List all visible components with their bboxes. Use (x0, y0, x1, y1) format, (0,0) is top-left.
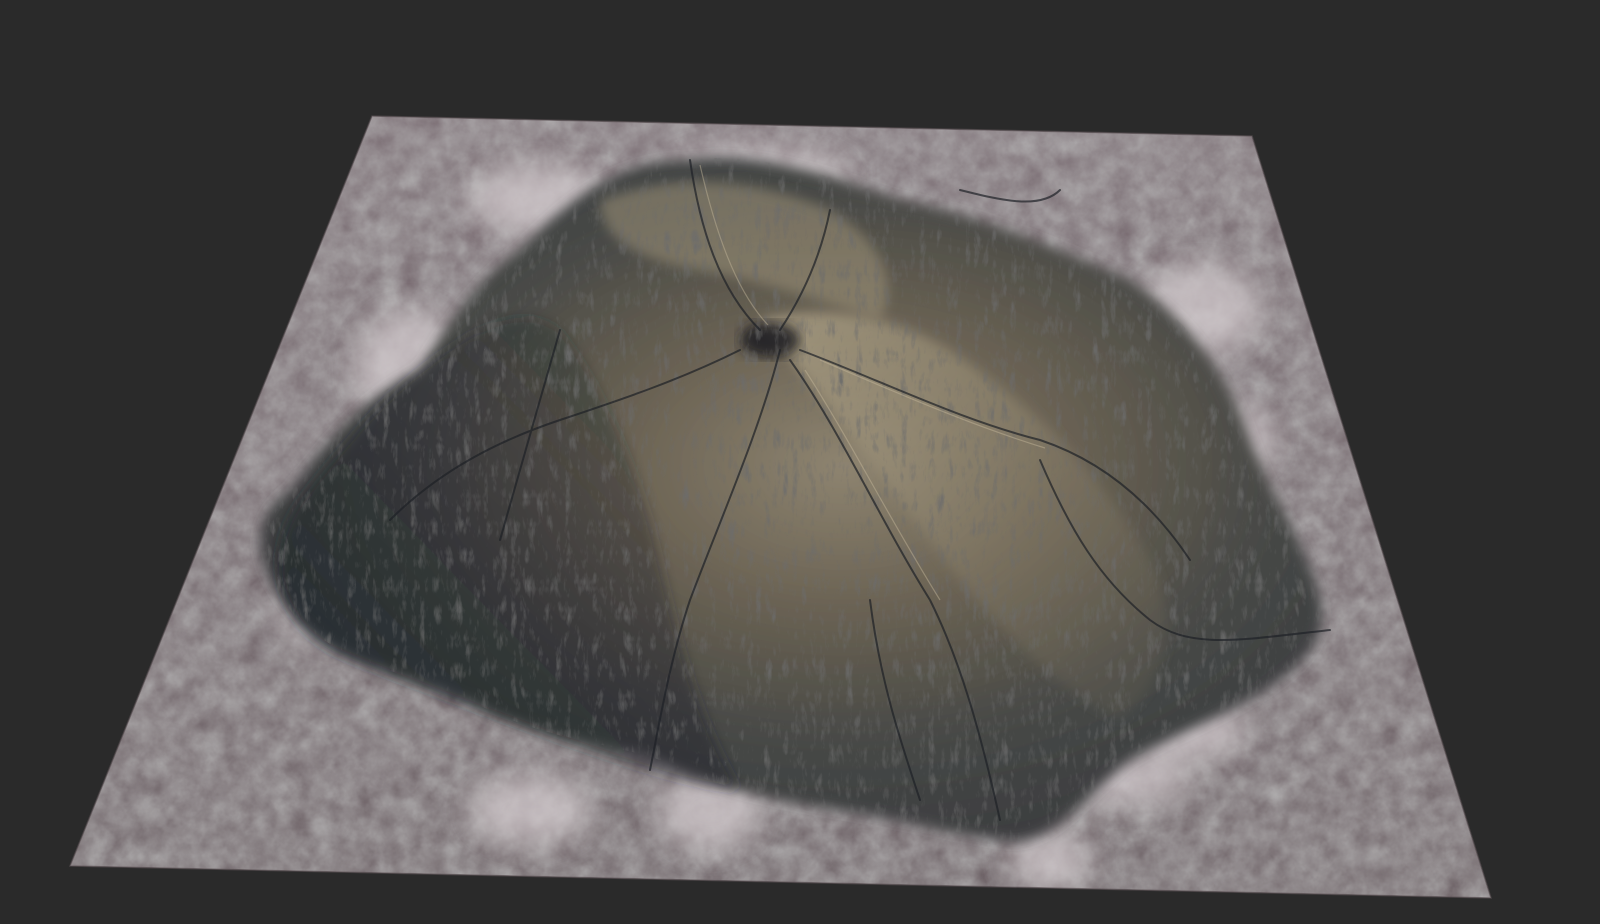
terrain-slab (70, 116, 1491, 898)
3d-viewport[interactable] (0, 0, 1600, 924)
terrain-render (68, 115, 1493, 899)
